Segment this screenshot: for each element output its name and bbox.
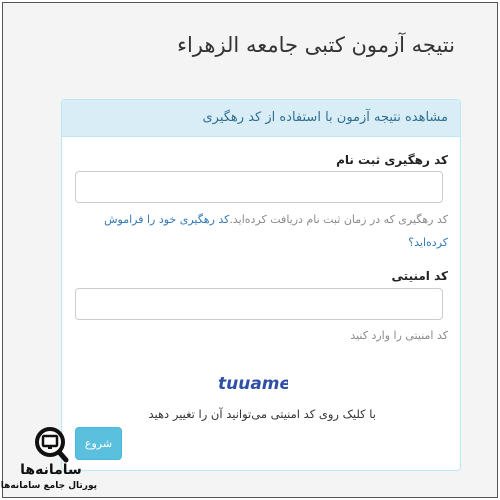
captcha-image[interactable]: tuuamei <box>216 370 288 394</box>
page-frame: نتیجه آزمون کتبی جامعه الزهراء مشاهده نت… <box>0 2 498 498</box>
login-panel: مشاهده نتیجه آزمون با استفاده از کد رهگی… <box>61 99 461 471</box>
search-monitor-icon <box>35 427 69 463</box>
captcha-hint: با کلیک روی کد امنیتی می‌توانید آن را تغ… <box>148 407 376 421</box>
security-code-help: کد امنیتی را وارد کنید <box>350 329 448 342</box>
watermark-name: سامانه‌ها <box>20 462 82 478</box>
security-code-label: کد امنیتی <box>391 269 448 283</box>
captcha-text: tuuamei <box>218 374 288 394</box>
tracking-code-help: کد رهگیری که در زمان ثبت نام دریافت کرده… <box>72 208 448 254</box>
security-code-input[interactable] <box>75 288 443 320</box>
panel-heading: مشاهده نتیجه آزمون با استفاده از کد رهگی… <box>62 100 460 137</box>
watermark-tagline: پورتال جامع سامانه‌ها <box>0 481 97 491</box>
start-button[interactable]: شروع <box>75 427 122 460</box>
tracking-code-label: کد رهگیری ثبت نام <box>336 153 448 167</box>
page-title: نتیجه آزمون کتبی جامعه الزهراء <box>177 33 455 57</box>
tracking-code-help-text: کد رهگیری که در زمان ثبت نام دریافت کرده… <box>229 213 448 226</box>
tracking-code-input[interactable] <box>75 171 443 203</box>
